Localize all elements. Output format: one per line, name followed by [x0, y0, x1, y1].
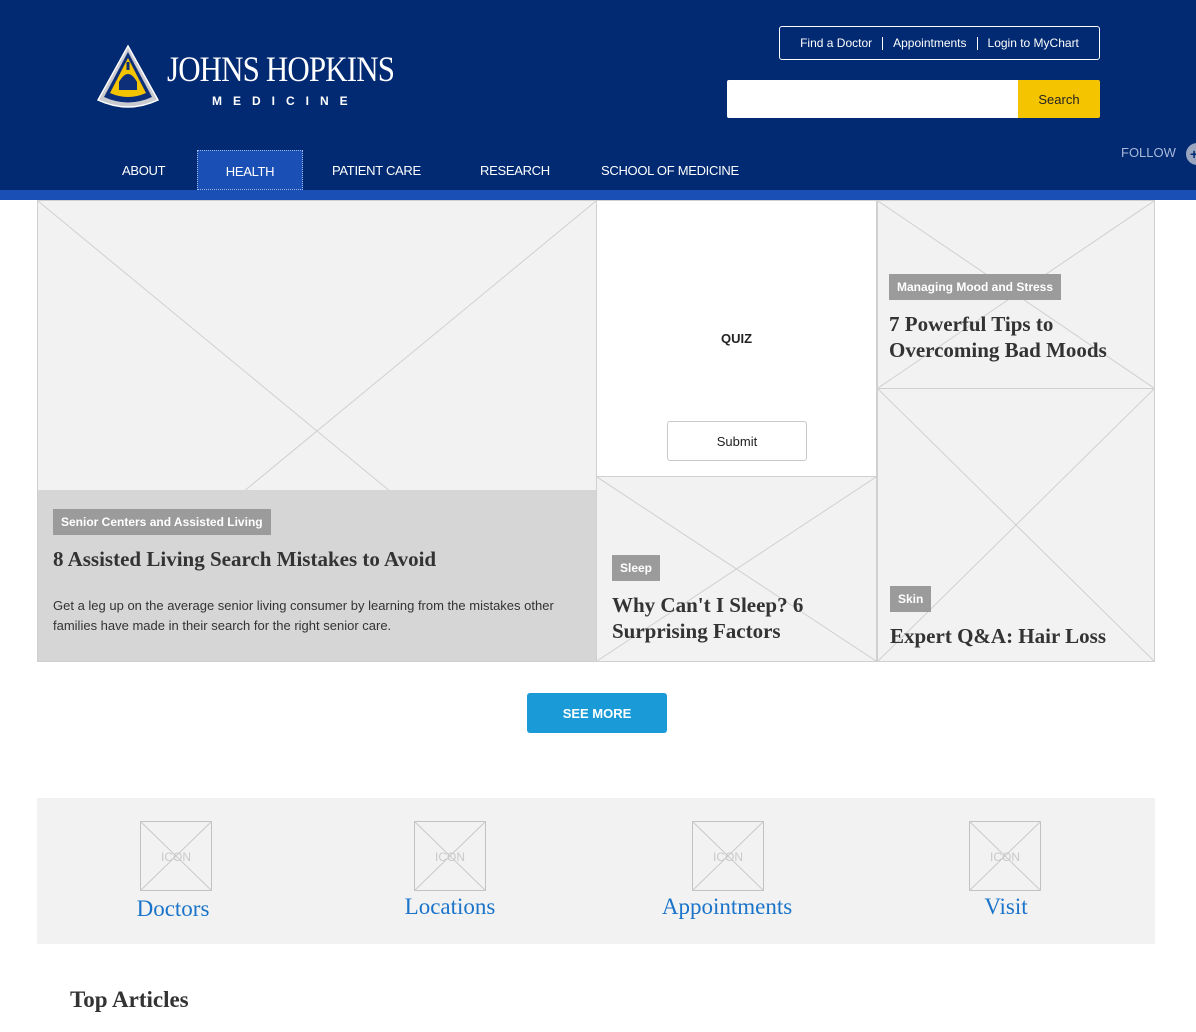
quick-link-label: Appointments: [661, 894, 793, 919]
skin-card[interactable]: Skin Expert Q&A: Hair Loss: [877, 388, 1155, 662]
appointments-link[interactable]: Appointments: [883, 36, 976, 50]
quick-link-appointments[interactable]: ICON Appointments: [627, 798, 827, 944]
logo[interactable]: JOHNS HOPKINS MEDICINE: [95, 44, 405, 114]
follow-label: FOLLOW: [1121, 145, 1176, 160]
category-tag[interactable]: Senior Centers and Assisted Living: [53, 509, 271, 535]
quick-link-label: Visit: [984, 894, 1028, 919]
quiz-card: QUIZ Submit: [596, 200, 877, 477]
sleep-card[interactable]: Sleep Why Can't I Sleep? 6 Surprising Fa…: [596, 476, 877, 662]
appointments-icon: ICON: [692, 821, 764, 891]
image-placeholder: [878, 389, 1154, 661]
nav-patient-care[interactable]: PATIENT CARE: [332, 150, 421, 190]
quiz-label: QUIZ: [720, 331, 753, 346]
login-mychart-link[interactable]: Login to MyChart: [978, 36, 1089, 50]
quick-link-locations[interactable]: ICON Locations: [350, 798, 550, 944]
icon-placeholder-text: ICON: [713, 850, 743, 864]
nav-about[interactable]: ABOUT: [122, 150, 166, 190]
quick-link-visit[interactable]: ICON Visit: [906, 798, 1106, 944]
quick-link-label: Doctors: [136, 896, 210, 921]
quiz-submit-button[interactable]: Submit: [667, 421, 807, 461]
plus-icon[interactable]: +: [1186, 143, 1196, 165]
logo-subtitle: MEDICINE: [212, 94, 359, 108]
visit-icon: ICON: [969, 821, 1041, 891]
feature-title[interactable]: 8 Assisted Living Search Mistakes to Avo…: [53, 546, 436, 572]
top-articles-heading: Top Articles: [70, 987, 189, 1012]
icon-placeholder-text: ICON: [990, 850, 1020, 864]
nav-research[interactable]: RESEARCH: [480, 150, 550, 190]
search-button[interactable]: Search: [1018, 80, 1100, 118]
sleep-card-title[interactable]: Why Can't I Sleep? 6 Surprising Factors: [612, 592, 862, 644]
quick-link-label: Locations: [404, 894, 496, 919]
shield-logo-icon: [96, 44, 160, 108]
quick-links-bar: ICON Doctors ICON Locations ICON Appoint…: [37, 798, 1155, 944]
search-input[interactable]: [727, 80, 1019, 118]
see-more-button[interactable]: SEE MORE: [527, 693, 667, 733]
feature-card[interactable]: Senior Centers and Assisted Living 8 Ass…: [37, 200, 597, 662]
site-header: JOHNS HOPKINS MEDICINE Find a Doctor App…: [0, 0, 1196, 200]
logo-name: JOHNS HOPKINS: [167, 49, 395, 89]
nav-health[interactable]: HEALTH: [197, 150, 303, 190]
feature-text-panel: Senior Centers and Assisted Living 8 Ass…: [38, 490, 596, 661]
mood-card-title[interactable]: 7 Powerful Tips to Overcoming Bad Moods: [889, 311, 1149, 363]
icon-placeholder-text: ICON: [435, 850, 465, 864]
mood-card[interactable]: Managing Mood and Stress 7 Powerful Tips…: [877, 200, 1155, 389]
quick-link-doctors[interactable]: ICON Doctors: [73, 798, 273, 944]
header-stripe: [0, 190, 1196, 200]
find-a-doctor-link[interactable]: Find a Doctor: [790, 36, 882, 50]
nav-school-of-medicine[interactable]: SCHOOL OF MEDICINE: [601, 150, 739, 190]
locations-icon: ICON: [414, 821, 486, 891]
utility-links: Find a Doctor Appointments Login to MyCh…: [779, 26, 1100, 60]
feature-description: Get a leg up on the average senior livin…: [53, 598, 554, 633]
category-tag[interactable]: Managing Mood and Stress: [889, 274, 1062, 300]
doctors-icon: ICON: [140, 821, 212, 891]
category-tag[interactable]: Sleep: [612, 555, 661, 581]
category-tag[interactable]: Skin: [890, 586, 932, 612]
icon-placeholder-text: ICON: [161, 850, 191, 864]
skin-card-title[interactable]: Expert Q&A: Hair Loss: [890, 623, 1150, 649]
